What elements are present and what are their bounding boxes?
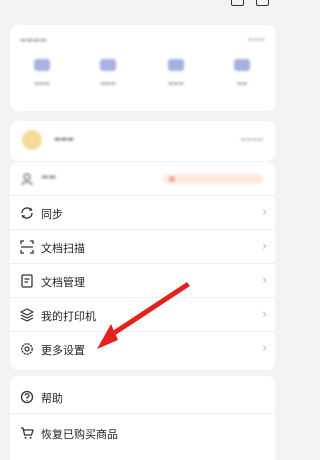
- menu-item-label: 文档管理: [41, 276, 85, 289]
- tools-more: ▬▬▬: [247, 36, 265, 43]
- menu-item-label: 帮助: [41, 392, 63, 405]
- menu-item-account[interactable]: ▬▬: [10, 162, 275, 196]
- tool-4-icon: [234, 59, 250, 71]
- layers-icon: [20, 308, 34, 322]
- share-icon[interactable]: [231, 0, 244, 6]
- cart-icon: [21, 427, 34, 439]
- account-icon: [21, 173, 33, 186]
- tool-3-icon: [168, 59, 184, 71]
- menu-item-label: 文档扫描: [41, 242, 85, 255]
- menu-item-label: 我的打印机: [41, 310, 96, 323]
- account-name: ▬▬▬: [54, 135, 74, 143]
- chevron-right-icon: ›: [262, 307, 267, 321]
- main-menu-card: ▬▬ 同步 › 文档扫描 › 文档管理 › 我的打印机 › 更多设置 ›: [10, 162, 275, 370]
- chevron-right-icon: ›: [262, 341, 267, 355]
- tool-2-icon: [100, 59, 116, 71]
- chevron-right-icon: ›: [262, 239, 267, 253]
- promo-badge: [163, 174, 263, 184]
- menu-item-restore-purchases[interactable]: 恢复已购买商品: [10, 416, 275, 450]
- tool-3-label: ▬▬▬: [168, 81, 184, 87]
- account-row-label: ▬▬: [41, 172, 57, 181]
- tools-card: ▬▬▬▬ ▬▬▬ ▬▬▬ ▬▬▬ ▬▬▬ ▬▬: [10, 25, 275, 111]
- account-meta: ▬▬▬▬: [240, 136, 263, 143]
- tool-1-icon: [34, 59, 50, 71]
- menu-item-label: 同步: [41, 208, 63, 221]
- scan-icon: [20, 240, 34, 254]
- tool-1-label: ▬▬▬: [34, 81, 50, 87]
- tool-2[interactable]: ▬▬▬: [88, 59, 128, 87]
- menu-item-sync[interactable]: 同步 ›: [10, 196, 275, 230]
- help-card: 帮助 恢复已购买商品: [10, 376, 275, 460]
- chevron-right-icon: ›: [262, 273, 267, 287]
- menu-item-help[interactable]: 帮助: [10, 380, 275, 414]
- avatar: [22, 130, 42, 150]
- sync-icon: [21, 207, 33, 219]
- document-icon: [21, 274, 33, 288]
- tools-title: ▬▬▬▬: [20, 36, 47, 44]
- menu-item-my-printer[interactable]: 我的打印机 ›: [10, 298, 275, 332]
- help-icon: [20, 390, 34, 404]
- menu-item-label: 更多设置: [41, 344, 85, 357]
- menu-item-label: 恢复已购买商品: [41, 428, 118, 441]
- tool-2-label: ▬▬▬: [100, 81, 116, 87]
- gear-icon: [21, 343, 33, 355]
- top-bar: [0, 0, 285, 22]
- tool-4-label: ▬▬: [236, 81, 248, 87]
- tool-3[interactable]: ▬▬▬: [156, 59, 196, 87]
- menu-item-doc-scan[interactable]: 文档扫描 ›: [10, 230, 275, 264]
- chevron-right-icon: ›: [262, 205, 267, 219]
- tool-4[interactable]: ▬▬: [222, 59, 262, 87]
- menu-item-more-settings[interactable]: 更多设置 ›: [10, 332, 275, 366]
- account-card[interactable]: ▬▬▬ ▬▬▬▬: [10, 121, 275, 161]
- tool-1[interactable]: ▬▬▬: [22, 59, 62, 87]
- settings-icon[interactable]: [256, 0, 269, 6]
- menu-item-doc-manage[interactable]: 文档管理 ›: [10, 264, 275, 298]
